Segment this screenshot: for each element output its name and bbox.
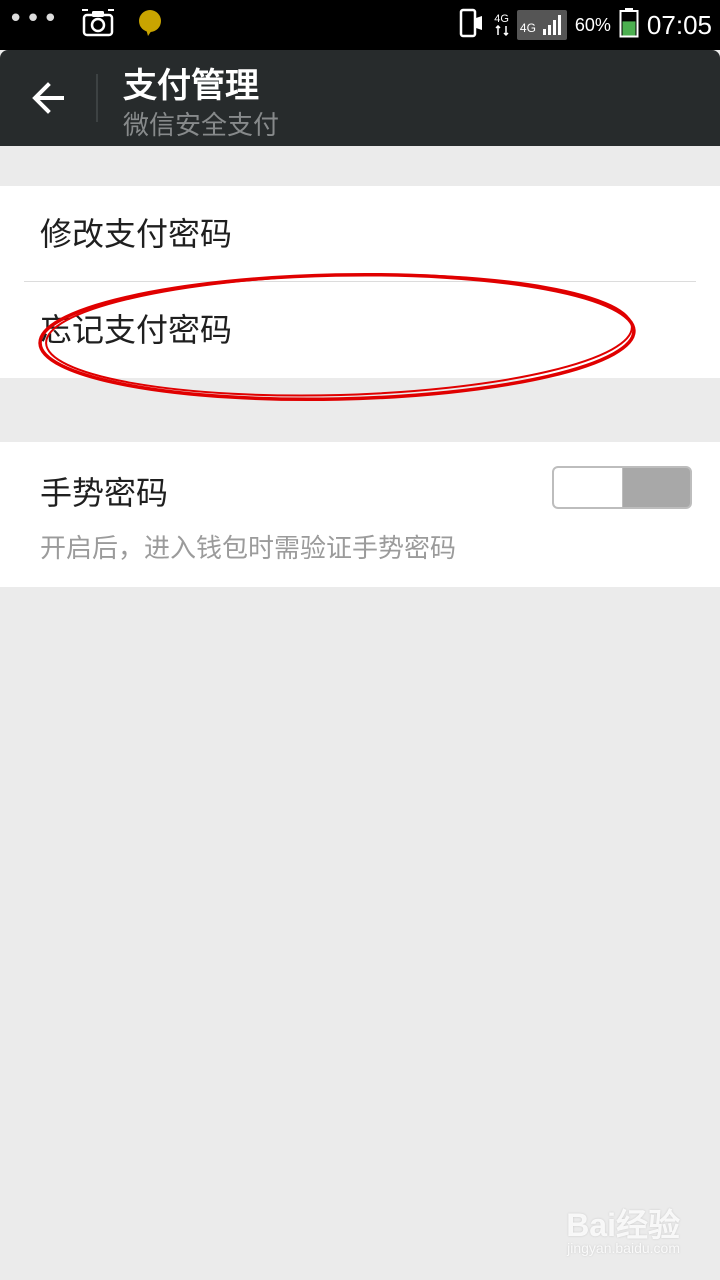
signal-bars-icon: [542, 15, 561, 35]
baidu-jingyan-watermark: Bai经验 jingyan.baidu.com: [540, 1200, 680, 1262]
page-subtitle: 微信安全支付: [123, 111, 280, 141]
phone-vibrate-icon: [458, 8, 486, 42]
battery-percent: 60%: [574, 14, 611, 35]
header-divider: [96, 74, 98, 122]
camera-icon: [82, 9, 115, 41]
status-bar-indicators: 4G 4G 60% 07:05: [458, 0, 712, 50]
chat-bubble-icon: [136, 9, 164, 41]
page-title: 支付管理: [123, 66, 259, 106]
status-bar: ••• 4G 4G 60% 07:05: [0, 0, 720, 50]
app-header: 支付管理 微信安全支付: [0, 50, 720, 146]
network-indicator: 4G: [494, 12, 509, 37]
forgot-password-item[interactable]: 忘记支付密码: [0, 282, 720, 378]
toggle-knob: [554, 468, 623, 507]
data-arrows-icon: [495, 24, 509, 36]
gesture-password-label: 手势密码: [40, 474, 169, 512]
clock: 07:05: [646, 9, 712, 40]
battery-icon: [619, 8, 639, 42]
more-dots-icon: •••: [8, 4, 61, 34]
change-password-label: 修改支付密码: [40, 215, 233, 253]
signal-indicator: 4G: [516, 10, 567, 40]
watermark-url: jingyan.baidu.com: [567, 1240, 680, 1256]
password-settings-card: 修改支付密码 忘记支付密码: [0, 186, 720, 378]
status-bar-notifications: •••: [8, 0, 164, 50]
change-password-item[interactable]: 修改支付密码: [0, 186, 720, 282]
back-arrow-icon: [32, 82, 64, 114]
back-button[interactable]: [0, 50, 96, 146]
gesture-password-toggle[interactable]: [552, 466, 692, 509]
signal-network-badge: 4G: [519, 21, 536, 35]
network-type-label: 4G: [494, 12, 509, 25]
forgot-password-label: 忘记支付密码: [40, 311, 233, 349]
gesture-password-description: 开启后，进入钱包时需验证手势密码: [40, 534, 457, 564]
gesture-password-card: 手势密码 开启后，进入钱包时需验证手势密码: [0, 442, 720, 587]
